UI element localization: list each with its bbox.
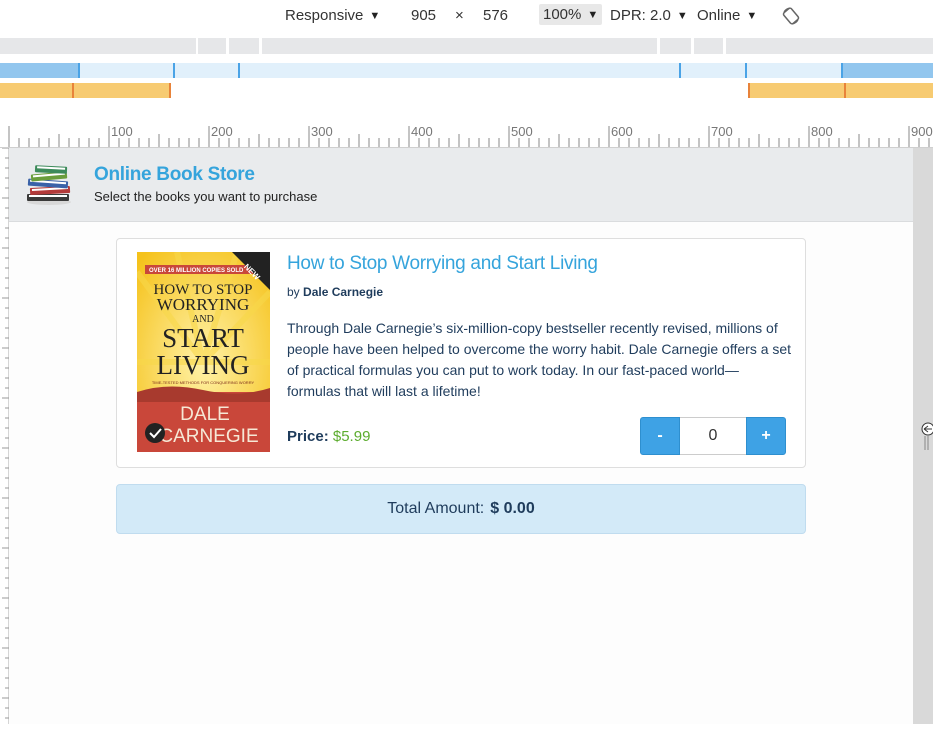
mq-segment[interactable] xyxy=(841,63,933,78)
ruler-label: 200 xyxy=(211,124,233,139)
ruler-label: 100 xyxy=(111,124,133,139)
cover-author-line: CARNEGIE xyxy=(159,426,258,447)
mq-segment[interactable] xyxy=(262,38,657,54)
mq-segment[interactable] xyxy=(748,83,933,98)
network-select[interactable]: Online ▼ xyxy=(697,7,757,24)
increase-quantity-button[interactable]: + xyxy=(746,417,786,455)
ruler-label: 800 xyxy=(811,124,833,139)
site-title: Online Book Store xyxy=(94,164,255,185)
rotate-icon[interactable] xyxy=(781,6,801,26)
devtools-toolbar: Responsive ▼ 905 × 576 100% ▼ DPR: 2.0 ▼… xyxy=(0,0,933,34)
mq-tick xyxy=(72,83,74,98)
viewport-height-input[interactable]: 576 xyxy=(483,7,508,24)
mq-tick xyxy=(748,83,750,98)
media-query-bar-max-width[interactable] xyxy=(0,38,933,54)
price-row: Price: $5.99 xyxy=(287,428,370,445)
zoom-select[interactable]: 100% ▼ xyxy=(539,4,603,25)
cover-author-line: DALE xyxy=(180,404,230,425)
mq-tick xyxy=(173,63,175,78)
mq-tick xyxy=(841,63,843,78)
ruler-label: 700 xyxy=(711,124,733,139)
left-ruler-ticks xyxy=(2,147,9,719)
book-author: Dale Carnegie xyxy=(303,285,384,299)
dpr-label: DPR: 2.0 xyxy=(610,7,671,24)
ruler-label: 900 xyxy=(911,124,933,139)
site-subtitle: Select the books you want to purchase xyxy=(94,189,318,204)
device-select-label: Responsive xyxy=(285,7,364,24)
mq-tick xyxy=(78,63,80,78)
mq-tick xyxy=(169,83,171,98)
mq-tick xyxy=(679,63,681,78)
by-label: by xyxy=(287,285,300,299)
mq-segment[interactable] xyxy=(660,38,691,54)
mq-tick xyxy=(745,63,747,78)
dimension-separator: × xyxy=(455,7,464,24)
caret-down-icon: ▼ xyxy=(369,9,381,22)
total-value: $ 0.00 xyxy=(490,500,535,517)
cover-title-line: START xyxy=(162,323,244,353)
price-label: Price: xyxy=(287,428,329,445)
mq-segment[interactable] xyxy=(0,38,196,54)
decrease-quantity-button[interactable]: - xyxy=(640,417,680,455)
book-description: Through Dale Carnegie’s six-million-copy… xyxy=(287,320,792,399)
resize-handle-icon[interactable] xyxy=(921,418,933,452)
cover-banner: OVER 16 MILLION COPIES SOLD xyxy=(149,268,244,274)
mq-segment[interactable] xyxy=(694,38,723,54)
quantity-stepper: - 0 + xyxy=(640,417,786,455)
network-label: Online xyxy=(697,7,741,24)
total-label: Total Amount: xyxy=(387,500,485,517)
caret-down-icon: ▼ xyxy=(587,8,599,21)
ruler-label: 400 xyxy=(411,124,433,139)
quantity-input[interactable]: 0 xyxy=(680,417,746,455)
mq-segment[interactable] xyxy=(726,38,933,54)
media-query-bar-min-width[interactable] xyxy=(0,83,933,98)
dpr-select[interactable]: DPR: 2.0 ▼ xyxy=(610,7,688,24)
total-amount-bar: Total Amount: $ 0.00 xyxy=(116,484,806,534)
device-viewport: Online Book Store Select the books you w… xyxy=(9,148,913,724)
mq-segment[interactable] xyxy=(229,38,259,54)
mq-segment[interactable] xyxy=(0,63,78,78)
ruler-label: 500 xyxy=(511,124,533,139)
mq-segment[interactable] xyxy=(198,38,226,54)
zoom-label: 100% xyxy=(543,6,582,23)
check-badge-icon xyxy=(145,423,165,443)
cover-tagline: TIME-TESTED METHODS FOR CONQUERING WORRY xyxy=(152,380,255,385)
ruler-ticks: 100 200 300 400 500 600 700 800 900 xyxy=(8,124,933,147)
left-ruler xyxy=(0,147,9,724)
cover-title-line: LIVING xyxy=(157,350,250,380)
book-card: OVER 16 MILLION COPIES SOLD NEW HOW TO S… xyxy=(116,238,806,468)
book-title[interactable]: How to Stop Worrying and Start Living xyxy=(287,253,598,275)
device-select[interactable]: Responsive ▼ xyxy=(285,7,380,24)
mq-segment[interactable] xyxy=(0,83,171,98)
ruler-label: 600 xyxy=(611,124,633,139)
cover-title-line: WORRYING xyxy=(157,295,250,314)
ruler-label: 300 xyxy=(311,124,333,139)
book-author-line: by Dale Carnegie xyxy=(287,285,383,299)
media-query-bar-min-max[interactable] xyxy=(0,63,933,78)
site-header: Online Book Store Select the books you w… xyxy=(9,148,913,222)
caret-down-icon: ▼ xyxy=(676,9,688,22)
book-cover-image: OVER 16 MILLION COPIES SOLD NEW HOW TO S… xyxy=(137,252,270,452)
pixel-ruler: 100 200 300 400 500 600 700 800 900 xyxy=(0,120,933,148)
book-stack-icon xyxy=(27,165,71,205)
mq-tick xyxy=(238,63,240,78)
viewport-width-input[interactable]: 905 xyxy=(411,7,436,24)
mq-tick xyxy=(844,83,846,98)
price-value: $5.99 xyxy=(332,428,371,445)
caret-down-icon: ▼ xyxy=(746,9,758,22)
